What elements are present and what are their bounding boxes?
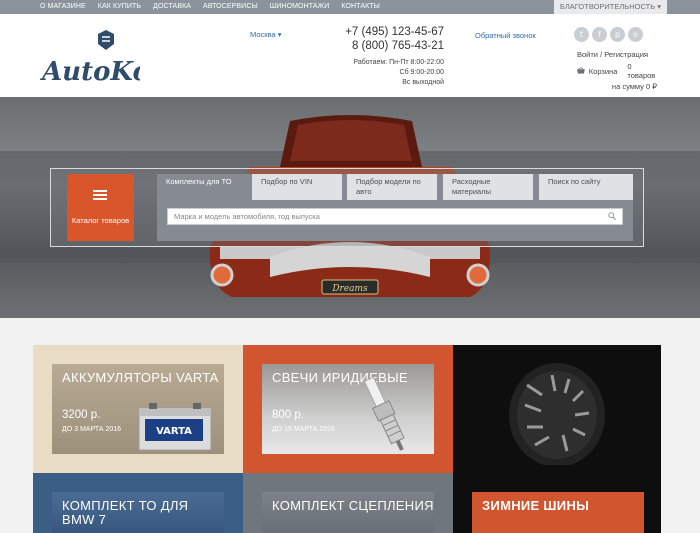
spark-plug-image [363,376,405,451]
cart-sum: на сумму 0 ₽ [611,82,657,91]
promo-tile-spark-plugs[interactable]: СВЕЧИ ИРИДИЕВЫЕ 800 р. ДО 15 МАРТА 2016 [243,345,453,473]
working-hours: Работаем: Пн-Пт 8:00-22:00 Сб 9:00-20:00… [330,58,444,88]
phone-toll-free[interactable]: 8 (800) 765-43-21 [330,40,444,52]
search-tabs-area: Комплекты для ТО Подбор по VIN Подбор мо… [157,174,633,241]
site-logo[interactable]: AutoKote [39,28,178,88]
tab-consumables[interactable]: Расходные материалы [443,174,533,200]
phone-moscow[interactable]: +7 (495) 123-45-67 [330,26,444,38]
promo-deadline: ДО 3 МАРТА 2016 [62,426,122,433]
promo-card: КОМПЛЕКТ ТО ДЛЯ BMW 7 [52,492,224,533]
promo-card: АККУМУЛЯТОРЫ VARTA 3200 р. ДО 3 МАРТА 20… [52,364,224,454]
logo-graphic: AutoKote [39,30,178,87]
odnoklassniki-icon[interactable]: о [628,27,643,42]
promo-title: КОМПЛЕКТ ТО ДЛЯ BMW 7 [62,498,189,527]
menu-icon [93,190,107,200]
promo-price: 3200 р. [62,409,101,421]
promo-tile-batteries[interactable]: АККУМУЛЯТОРЫ VARTA 3200 р. ДО 3 МАРТА 20… [33,345,243,473]
social-links: t f p о [574,27,643,42]
promo-tile-clutch-kit[interactable]: КОМПЛЕКТ СЦЕПЛЕНИЯ [243,473,453,533]
nav-link-delivery[interactable]: ДОСТАВКА [153,0,191,14]
basket-icon [577,67,585,74]
callback-link[interactable]: Обратный звонок [475,31,536,40]
promo-tile-bmw-kit[interactable]: КОМПЛЕКТ ТО ДЛЯ BMW 7 [33,473,243,533]
hours-saturday: Сб 9:00-20:00 [399,69,444,76]
charity-dropdown[interactable]: БЛАГОТВОРИТЕЛЬНОСТЬ ▾ [553,0,667,14]
tab-vin-search[interactable]: Подбор по VIN [252,174,342,200]
tire-image [509,363,605,465]
promo-card: КОМПЛЕКТ СЦЕПЛЕНИЯ [262,492,434,533]
cart-count: 0 товаров [627,62,656,80]
promo-title: АККУМУЛЯТОРЫ VARTA [62,370,219,385]
promo-price: 800 р. [272,409,304,421]
nav-link-how-to-buy[interactable]: КАК КУПИТЬ [98,0,141,14]
cart-widget[interactable]: Корзина 0 товаров на сумму 0 ₽ [577,62,657,91]
promo-title: КОМПЛЕКТ СЦЕПЛЕНИЯ [272,498,434,513]
hours-sunday: Вс выходной [402,79,444,86]
promo-title: ЗИМНИЕ ШИНЫ [482,498,590,513]
twitter-icon[interactable]: t [574,27,589,42]
tab-to-kits[interactable]: Комплекты для ТО [157,174,247,200]
top-navigation-bar: О МАГАЗИНЕ КАК КУПИТЬ ДОСТАВКА АВТОСЕРВИ… [0,0,700,14]
promo-deadline: ДО 15 МАРТА 2016 [272,426,335,433]
hero-banner: Dreams Каталог товаров Комплекты для ТО … [0,97,700,318]
tab-model-search[interactable]: Подбор модели по авто [347,174,437,200]
tab-site-search[interactable]: Поиск по сайту [539,174,633,200]
nav-link-car-services[interactable]: АВТОСЕРВИСЫ [203,0,258,14]
license-plate-text: Dreams [331,284,368,294]
nav-link-tire-fitting[interactable]: ШИНОМОНТАЖИ [270,0,330,14]
car-search-input[interactable]: Марка и модель автомобиля, год выпуска [167,208,623,225]
promo-tile-winter-tires[interactable]: ЗИМНИЕ ШИНЫ [453,473,661,533]
search-icon[interactable] [608,212,616,220]
search-placeholder: Марка и модель автомобиля, год выпуска [174,212,320,221]
battery-image: VARTA [138,403,212,451]
login-register-link[interactable]: Войти / Регистрация [577,50,648,59]
facebook-icon[interactable]: f [592,27,607,42]
battery-brand: VARTA [156,426,192,437]
search-panel: Каталог товаров Комплекты для ТО Подбор … [50,168,644,247]
nav-link-contacts[interactable]: КОНТАКТЫ [341,0,380,14]
cart-label: Корзина [588,66,618,76]
catalog-button[interactable]: Каталог товаров [67,174,134,241]
promo-card: ЗИМНИЕ ШИНЫ [472,492,644,533]
city-selector[interactable]: Москва ▾ [250,30,281,39]
promo-tile-tire-image[interactable] [453,345,661,473]
pinterest-icon[interactable]: p [610,27,625,42]
logo-text: AutoKote [40,57,140,87]
nav-link-about[interactable]: О МАГАЗИНЕ [40,0,86,14]
site-header: AutoKote Москва ▾ +7 (495) 123-45-67 8 (… [0,14,700,97]
catalog-label: Каталог товаров [71,216,130,225]
contact-phones: +7 (495) 123-45-67 8 (800) 765-43-21 Раб… [330,26,444,88]
top-nav: О МАГАЗИНЕ КАК КУПИТЬ ДОСТАВКА АВТОСЕРВИ… [40,0,380,14]
hours-weekdays: Работаем: Пн-Пт 8:00-22:00 [353,59,444,66]
promo-grid: АККУМУЛЯТОРЫ VARTA 3200 р. ДО 3 МАРТА 20… [33,345,661,533]
